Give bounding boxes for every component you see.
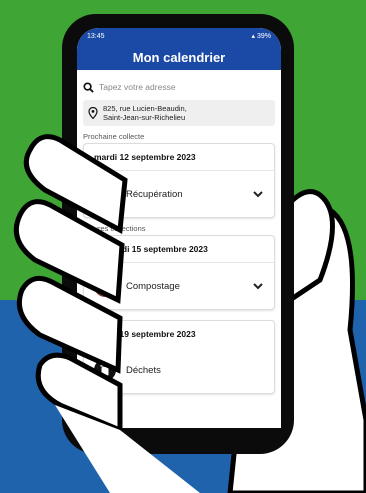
status-bar: 13:45 ▴ 39% [77, 28, 281, 44]
future-collection-card[interactable]: vendredi 15 septembre 2023 Compostage [83, 235, 275, 310]
search-icon [83, 81, 94, 93]
collection-date: mardi 19 septembre 2023 [94, 329, 196, 339]
next-collection-label: Prochaine collecte [83, 132, 145, 141]
future-collections-label: Futures collections [83, 224, 146, 233]
collection-row[interactable]: Compostage [84, 263, 274, 309]
chevron-down-icon[interactable] [252, 280, 264, 292]
status-battery: ▴ 39% [251, 33, 271, 40]
collection-row[interactable]: Récupération [84, 171, 274, 217]
address-display[interactable]: 825, rue Lucien-Beaudin, Saint-Jean-sur-… [83, 100, 275, 126]
compost-bin-icon [94, 275, 116, 297]
address-line-1: 825, rue Lucien-Beaudin, [103, 104, 187, 113]
collection-row[interactable]: Déchets [84, 347, 274, 393]
address-line-2: Saint-Jean-sur-Richelieu [103, 113, 186, 122]
next-collection-card[interactable]: mardi 12 septembre 2023 Récupération [83, 143, 275, 218]
location-pin-icon [88, 107, 98, 119]
recycle-icon [94, 183, 116, 205]
phone-screen: 13:45 ▴ 39% Mon calendrier Tapez votre a… [77, 28, 281, 428]
search-field[interactable]: Tapez votre adresse [83, 78, 275, 96]
future-collection-card[interactable]: mardi 19 septembre 2023 Déchets [83, 320, 275, 394]
page-title: Mon calendrier [132, 49, 226, 65]
collection-date: vendredi 15 septembre 2023 [84, 236, 274, 263]
search-input[interactable]: Tapez votre adresse [99, 82, 176, 92]
status-time: 13:45 [87, 32, 105, 40]
app-title-bar: Mon calendrier [77, 44, 281, 70]
trash-icon [94, 359, 116, 381]
collection-type: Récupération [126, 188, 183, 200]
chevron-down-icon[interactable] [252, 188, 264, 200]
collection-type: Compostage [126, 280, 180, 292]
collection-type: Déchets [126, 364, 161, 376]
collection-date: mardi 12 septembre 2023 [84, 144, 274, 171]
